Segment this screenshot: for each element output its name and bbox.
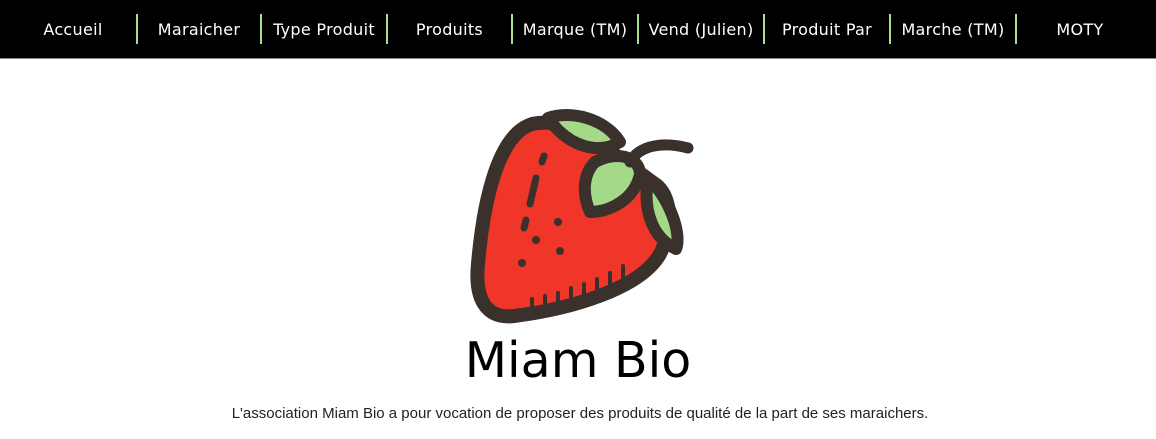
nav-item-vend[interactable]: Vend (Julien) bbox=[639, 14, 765, 44]
nav-item-produits[interactable]: Produits bbox=[388, 14, 513, 44]
nav-list: Accueil Maraicher Type Produit Produits … bbox=[0, 0, 1156, 58]
nav-item-produit-par[interactable]: Produit Par bbox=[765, 14, 891, 44]
strawberry-icon bbox=[470, 109, 694, 324]
nav-item-type-produit[interactable]: Type Produit bbox=[262, 14, 388, 44]
nav-item-accueil[interactable]: Accueil bbox=[10, 14, 138, 44]
nav-item-marche[interactable]: Marche (TM) bbox=[891, 14, 1017, 44]
nav-item-marque[interactable]: Marque (TM) bbox=[513, 14, 639, 44]
hero-section: Miam Bio L'association Miam Bio a pour v… bbox=[0, 60, 1156, 439]
nav-item-maraicher[interactable]: Maraicher bbox=[138, 14, 262, 44]
top-navbar: Accueil Maraicher Type Produit Produits … bbox=[0, 0, 1156, 59]
site-title: Miam Bio bbox=[464, 332, 692, 389]
site-tagline: L'association Miam Bio a pour vocation d… bbox=[231, 405, 929, 422]
nav-item-moty[interactable]: MOTY bbox=[1017, 14, 1143, 44]
